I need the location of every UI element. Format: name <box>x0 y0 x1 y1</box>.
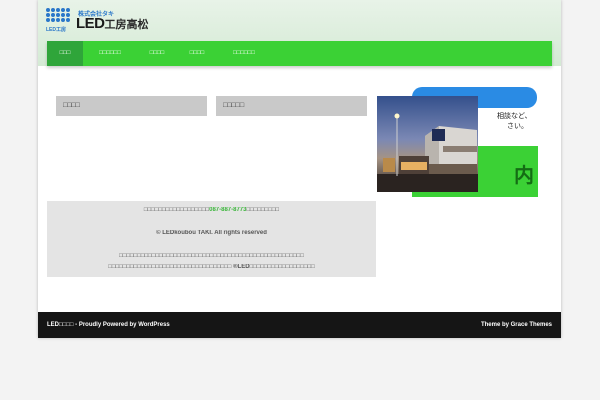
logo-title: LED工房高松 <box>76 15 149 32</box>
footer-notice-line-2: □□□□□□□□□□□□□□□□□□□□□□□□□□□□□□□□□□ ®LED□… <box>108 264 315 270</box>
nav-item-2[interactable]: □□□□□□ <box>83 41 137 66</box>
logo-title-tail: 工房高松 <box>104 19 149 31</box>
banner-green-text: 内 <box>514 165 534 187</box>
site-header: LED工房 株式会社タキ LED工房高松 □□□ □□□□□□ □□□□ □□□… <box>38 0 561 66</box>
footer-info-box: □□□□□□□□□□□□□□□□□□087-887-8773□□□□□□□□□ … <box>47 201 376 277</box>
banner-text-1: 相談など、 <box>497 113 532 120</box>
footer-contact-suffix: □□□□□□□□□ <box>246 207 280 213</box>
footer-contact-line: □□□□□□□□□□□□□□□□□□087-887-8773□□□□□□□□□ <box>47 207 376 213</box>
footer-site-link[interactable]: LED□□□□ <box>47 322 74 328</box>
footer-copyright: © LEDkoubou TAKI. All rights reserved <box>156 230 267 236</box>
footer-phone-link[interactable]: 087-887-8773 <box>209 207 246 213</box>
site-footer-bar: LED□□□□ - Proudly Powered by WordPress T… <box>38 312 561 338</box>
sidebar-banner[interactable]: 相談など、 さい。 内 <box>377 86 540 197</box>
page-wrapper: LED工房 株式会社タキ LED工房高松 □□□ □□□□□□ □□□□ □□□… <box>38 0 561 338</box>
site-logo[interactable]: LED工房 株式会社タキ LED工房高松 <box>46 8 156 33</box>
nav-item-3[interactable]: □□□□ <box>137 41 177 66</box>
storefront-photo-image <box>377 96 478 192</box>
nav-item-4[interactable]: □□□□ <box>177 41 217 66</box>
widget-title-left: □□□□ <box>56 96 207 116</box>
footer-theme-credit[interactable]: Theme by Grace Themes <box>481 312 552 338</box>
widget-title-right: □□□□□ <box>216 96 367 116</box>
logo-sub-text: LED工房 <box>46 27 67 33</box>
footer-contact-prefix: □□□□□□□□□□□□□□□□□□ <box>143 207 210 213</box>
nav-item-5[interactable]: □□□□□□ <box>217 41 271 66</box>
main-nav: □□□ □□□□□□ □□□□ □□□□ □□□□□□ <box>47 41 552 66</box>
banner-text-2: さい。 <box>507 123 528 130</box>
footer-credits-left: LED□□□□ - Proudly Powered by WordPress <box>47 312 170 338</box>
logo-title-main: LED <box>76 15 105 32</box>
nav-item-home[interactable]: □□□ <box>47 41 83 66</box>
footer-notice-line-1: □□□□□□□□□□□□□□□□□□□□□□□□□□□□□□□□□□□□□□□□… <box>119 253 304 259</box>
storefront-photo <box>377 96 478 192</box>
footer-wordpress-link[interactable]: Proudly Powered by WordPress <box>79 322 170 328</box>
